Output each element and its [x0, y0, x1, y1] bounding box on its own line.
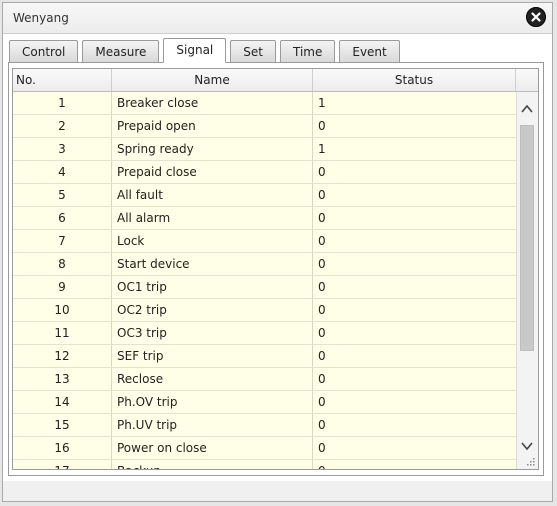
tab-signal[interactable]: Signal	[163, 38, 227, 63]
cell-name: OC3 trip	[112, 322, 313, 344]
cell-status: 1	[318, 142, 326, 156]
dialog-window: Wenyang Control Measure Signal Set Time Event…	[2, 2, 553, 502]
cell-name: Reclose	[112, 368, 313, 390]
resize-grip-icon[interactable]	[525, 456, 535, 466]
table-row[interactable]: 15 Ph.UV trip 0	[13, 414, 516, 437]
tab-set[interactable]: Set	[230, 40, 276, 62]
cell-name: Spring ready	[112, 138, 313, 160]
table-row[interactable]: 6 All alarm 0	[13, 207, 516, 230]
cell-status: 0	[318, 418, 326, 432]
table-row[interactable]: 13 Reclose 0	[13, 368, 516, 391]
cell-no: 9	[13, 276, 112, 298]
cell-name: SEF trip	[112, 345, 313, 367]
table-row[interactable]: 9 OC1 trip 0	[13, 276, 516, 299]
cell-name: Backup	[112, 460, 313, 469]
cell-status: 0	[318, 280, 326, 294]
dialog-body: Control Measure Signal Set Time Event No. Nam…	[3, 33, 552, 481]
cell-no: 11	[13, 322, 112, 344]
column-header-status[interactable]: Status	[313, 69, 516, 91]
table-row[interactable]: 2 Prepaid open 0	[13, 115, 516, 138]
table-row[interactable]: 16 Power on close 0	[13, 437, 516, 460]
cell-no: 17	[13, 460, 112, 469]
cell-status: 0	[318, 303, 326, 317]
tab-time[interactable]: Time	[279, 40, 336, 62]
cell-name: OC2 trip	[112, 299, 313, 321]
cell-status: 0	[318, 211, 326, 225]
cell-no: 2	[13, 115, 112, 137]
cell-status: 0	[318, 395, 326, 409]
tab-measure[interactable]: Measure	[82, 40, 160, 62]
table-row[interactable]: 1 Breaker close 1	[13, 92, 516, 115]
cell-status: 1	[318, 96, 326, 110]
table-row[interactable]: 7 Lock 0	[13, 230, 516, 253]
cell-no: 13	[13, 368, 112, 390]
title-bar[interactable]: Wenyang	[3, 3, 552, 33]
close-button[interactable]	[526, 7, 546, 27]
table-row[interactable]: 4 Prepaid close 0	[13, 161, 516, 184]
cell-status: 0	[313, 460, 516, 469]
cell-status: 0	[318, 349, 326, 363]
cell-name: OC1 trip	[112, 276, 313, 298]
cell-status: 0	[318, 372, 326, 386]
table-header: No. Name Status	[13, 69, 538, 92]
column-header-filler	[516, 69, 538, 91]
cell-no: 12	[13, 345, 112, 367]
cell-name: Breaker close	[112, 92, 313, 114]
cell-no: 4	[13, 161, 112, 183]
table-body: 1 Breaker close 1 2 Prepaid open 0 3 Spring rea…	[13, 92, 516, 469]
cell-no: 16	[13, 437, 112, 459]
signal-table: No. Name Status 1 Breaker close 1 2 Prepaid …	[12, 68, 539, 470]
tab-bar: Control Measure Signal Set Time Event	[9, 38, 404, 63]
cell-status: 0	[318, 326, 326, 340]
cell-name: All fault	[112, 184, 313, 206]
chevron-up-icon[interactable]	[521, 104, 533, 114]
cell-no: 8	[13, 253, 112, 275]
cell-no: 10	[13, 299, 112, 321]
tab-event[interactable]: Event	[339, 40, 400, 62]
cell-name: Ph.OV trip	[112, 391, 313, 413]
cell-status: 0	[318, 188, 326, 202]
table-row[interactable]: 14 Ph.OV trip 0	[13, 391, 516, 414]
cell-status: 0	[318, 119, 326, 133]
scrollbar-thumb[interactable]	[520, 125, 534, 351]
table-row[interactable]: 11 OC3 trip 0	[13, 322, 516, 345]
cell-name: Lock	[112, 230, 313, 252]
cell-name: Prepaid open	[112, 115, 313, 137]
cell-status: 0	[318, 234, 326, 248]
cell-no: 5	[13, 184, 112, 206]
tab-control[interactable]: Control	[9, 40, 79, 62]
table-row[interactable]: 5 All fault 0	[13, 184, 516, 207]
cell-status: 0	[318, 257, 326, 271]
table-row[interactable]: 8 Start device 0	[13, 253, 516, 276]
cell-no: 7	[13, 230, 112, 252]
cell-status: 0	[318, 441, 326, 455]
table-row[interactable]: 12 SEF trip 0	[13, 345, 516, 368]
cell-name: All alarm	[112, 207, 313, 229]
table-row[interactable]: 3 Spring ready 1	[13, 138, 516, 161]
signal-tab-panel: No. Name Status 1 Breaker close 1 2 Prepaid …	[8, 62, 544, 476]
close-icon	[531, 12, 541, 22]
cell-no: 1	[13, 92, 112, 114]
chevron-down-icon[interactable]	[521, 441, 533, 451]
cell-name: Prepaid close	[112, 161, 313, 183]
table-row[interactable]: 10 OC2 trip 0	[13, 299, 516, 322]
vertical-scrollbar[interactable]	[516, 92, 538, 469]
cell-name: Ph.UV trip	[112, 414, 313, 436]
column-header-no[interactable]: No.	[13, 69, 112, 91]
cell-status: 0	[318, 165, 326, 179]
cell-name: Power on close	[112, 437, 313, 459]
cell-no: 15	[13, 414, 112, 436]
table-row[interactable]: 17Backup0	[13, 460, 516, 469]
column-header-name[interactable]: Name	[112, 69, 313, 91]
cell-name: Start device	[112, 253, 313, 275]
cell-no: 14	[13, 391, 112, 413]
window-title: Wenyang	[13, 11, 69, 25]
cell-no: 3	[13, 138, 112, 160]
cell-no: 6	[13, 207, 112, 229]
